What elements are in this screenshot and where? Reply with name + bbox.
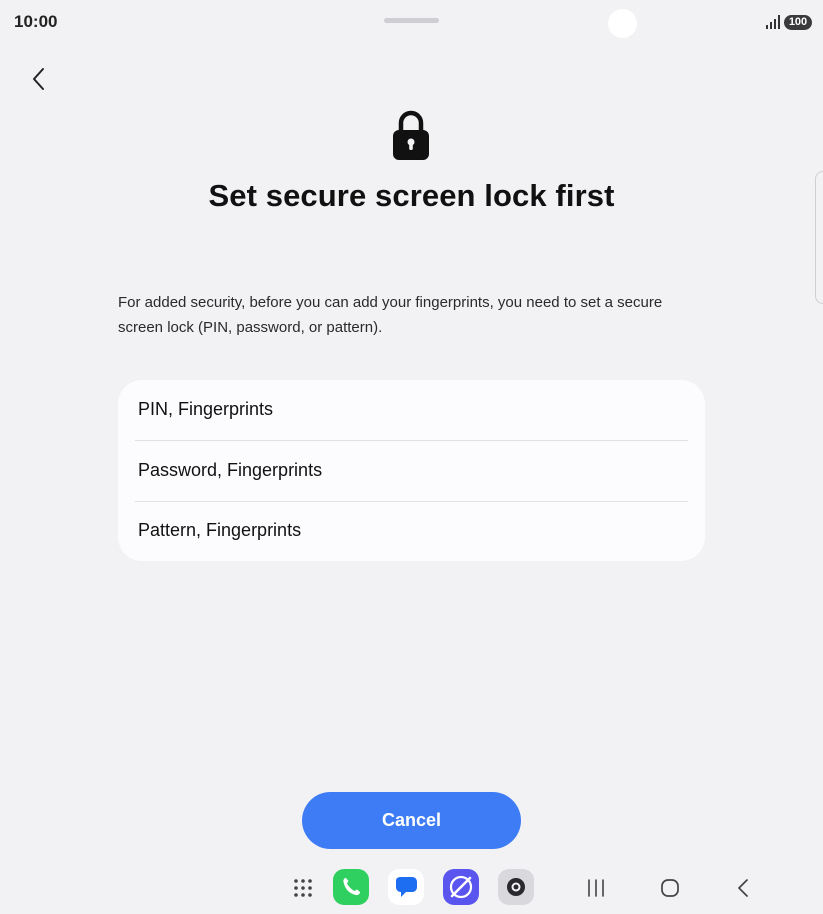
front-camera-cutout [608, 9, 637, 38]
lock-icon [393, 110, 429, 160]
status-time: 10:00 [14, 12, 58, 31]
option-label: PIN, Fingerprints [138, 399, 274, 419]
option-pattern-fingerprints[interactable]: Pattern, Fingerprints [118, 501, 705, 561]
option-pin-fingerprints[interactable]: PIN, Fingerprints [118, 380, 705, 440]
option-label: Password, Fingerprints [138, 460, 323, 480]
option-label: Pattern, Fingerprints [138, 520, 302, 540]
camera-app-button[interactable] [498, 869, 534, 905]
nav-back-button[interactable] [731, 876, 755, 900]
phone-app-button[interactable] [333, 869, 369, 905]
screen-lock-options-card: PIN, Fingerprints Password, Fingerprints… [118, 380, 705, 561]
messages-app-icon [396, 877, 417, 897]
app-drawer-button[interactable] [290, 875, 316, 901]
recents-icon [588, 879, 604, 897]
internet-app-button[interactable] [443, 869, 479, 905]
description-text: For added security, before you can add y… [118, 294, 663, 336]
cancel-button[interactable]: Cancel [302, 792, 521, 849]
back-icon [738, 879, 748, 897]
camera-app-icon [507, 878, 525, 896]
phone-app-icon [343, 878, 360, 896]
chevron-left-icon [33, 68, 44, 90]
home-button[interactable] [658, 876, 682, 900]
recents-button[interactable] [584, 876, 608, 900]
messages-app-button[interactable] [388, 869, 424, 905]
app-drawer-icon [294, 879, 312, 897]
back-button[interactable] [26, 64, 54, 94]
drag-handle[interactable] [384, 18, 439, 23]
option-password-fingerprints[interactable]: Password, Fingerprints [118, 441, 705, 501]
edge-panel-handle[interactable] [815, 171, 823, 304]
status-bar: 10:00 100 [0, 0, 823, 44]
taskbar [0, 862, 823, 914]
internet-app-icon [449, 875, 473, 899]
battery-indicator: 100 [784, 15, 812, 30]
signal-icon [766, 15, 780, 29]
home-icon [661, 879, 679, 897]
page-title: Set secure screen lock first [208, 178, 615, 213]
